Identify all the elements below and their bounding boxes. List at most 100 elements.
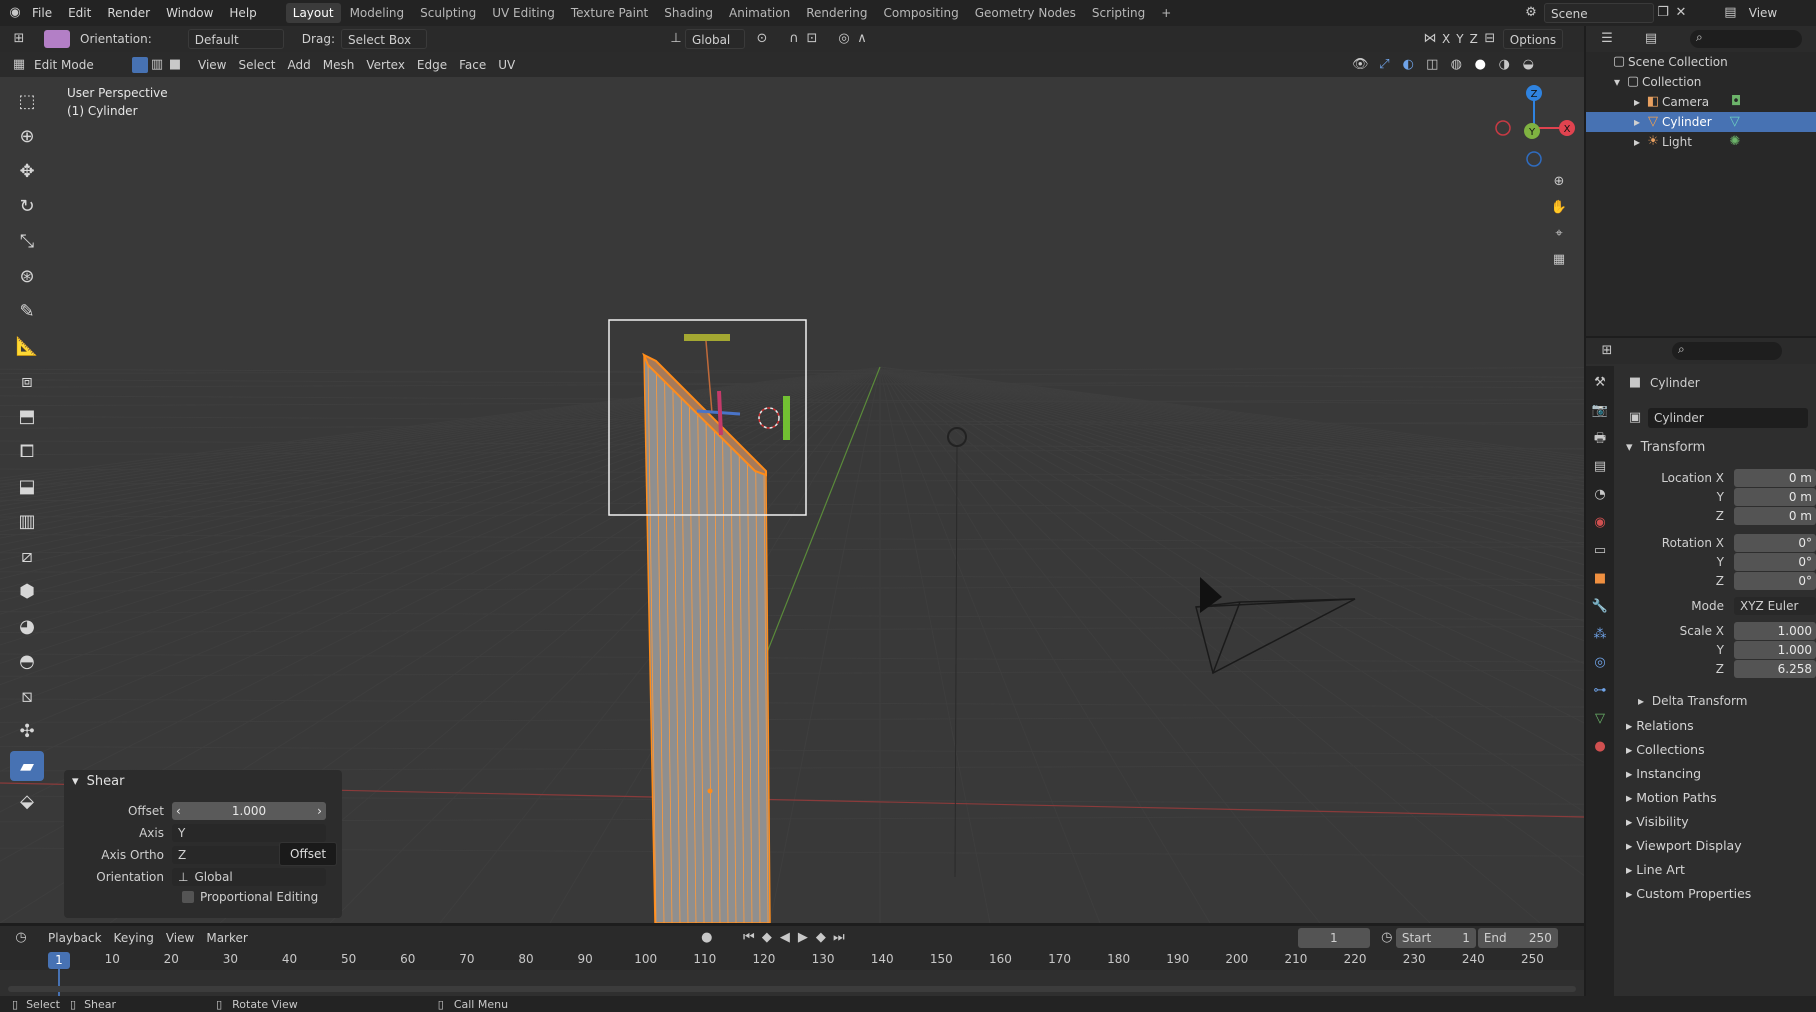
overlay-icon[interactable]: ◐	[1399, 56, 1417, 74]
menu-help[interactable]: Help	[221, 0, 264, 26]
measure-icon[interactable]: 📐	[10, 331, 44, 361]
expand-arrow-icon[interactable]: ▸	[1626, 718, 1632, 733]
loop-cut-icon[interactable]: ▥	[10, 506, 44, 536]
outliner-item-camera[interactable]: ▸ ◧ Camera ◘	[1586, 92, 1816, 112]
object-name-field[interactable]: Cylinder	[1648, 408, 1808, 428]
offset-slider[interactable]: ‹ 1.000 ›	[172, 802, 326, 820]
nav-gizmo-neg-x[interactable]	[1495, 120, 1511, 136]
tab-sculpting[interactable]: Sculpting	[413, 3, 483, 23]
tab-shading[interactable]: Shading	[657, 3, 720, 23]
rotation-x-field[interactable]: 0°	[1734, 533, 1816, 552]
blender-logo-icon[interactable]: ◉	[6, 4, 24, 22]
move-icon[interactable]: ✥	[10, 156, 44, 186]
tab-uv-editing[interactable]: UV Editing	[485, 3, 562, 23]
menu-keying[interactable]: Keying	[108, 928, 160, 948]
view-layer-tab-icon[interactable]: ▤	[1591, 458, 1609, 476]
menu-view[interactable]: View	[192, 55, 232, 75]
bevel-icon[interactable]: ⬓	[10, 471, 44, 501]
camera-view-icon[interactable]: ⌖	[1550, 225, 1568, 243]
rip-region-icon[interactable]: ⬙	[10, 786, 44, 816]
axis-dropdown[interactable]: Y	[172, 824, 326, 842]
motion-paths-panel[interactable]: ▸ Motion Paths	[1626, 786, 1751, 810]
pivot-point-icon[interactable]: ⊙	[753, 30, 771, 48]
tab-scripting[interactable]: Scripting	[1085, 3, 1152, 23]
properties-editor-icon[interactable]: ⊞	[1598, 342, 1616, 360]
scale-z-field[interactable]: 6.258	[1734, 659, 1816, 678]
view-layer-icon[interactable]: ▤	[1722, 4, 1739, 22]
rotation-y-field[interactable]: 0°	[1734, 552, 1816, 571]
xray-icon[interactable]: ◫	[1423, 56, 1441, 74]
expand-arrow-icon[interactable]: ▸	[1626, 862, 1632, 877]
collection-tab-icon[interactable]: ▭	[1591, 542, 1609, 560]
constraints-tab-icon[interactable]: ⊶	[1591, 682, 1609, 700]
auto-merge-icon[interactable]: ⊟	[1481, 30, 1499, 48]
viewport-display-panel[interactable]: ▸ Viewport Display	[1626, 834, 1751, 858]
location-z-field[interactable]: 0 m	[1734, 506, 1816, 525]
zoom-icon[interactable]: ⊕	[1550, 173, 1568, 191]
shear-handle-x[interactable]	[684, 334, 730, 341]
world-tab-icon[interactable]: ◉	[1591, 514, 1609, 532]
menu-face[interactable]: Face	[453, 55, 492, 75]
transform-panel-header[interactable]: ▾ Transform	[1626, 438, 1705, 458]
ortho-grid-icon[interactable]: ▦	[1550, 251, 1568, 269]
rotation-z-field[interactable]: 0°	[1734, 571, 1816, 590]
menu-file[interactable]: File	[24, 0, 60, 26]
proportional-edit-icon[interactable]: ◎	[835, 30, 853, 48]
mesh-data-icon[interactable]: ▽	[1726, 113, 1744, 131]
expand-arrow-icon[interactable]: ▸	[1626, 838, 1632, 853]
tab-geometry-nodes[interactable]: Geometry Nodes	[968, 3, 1083, 23]
menu-uv[interactable]: UV	[492, 55, 521, 75]
rotation-mode-dropdown[interactable]: XYZ Euler	[1734, 596, 1816, 615]
menu-edit[interactable]: Edit	[60, 0, 99, 26]
scale-icon[interactable]: ⤡	[10, 226, 44, 256]
scale-y-field[interactable]: 1.000	[1734, 640, 1816, 659]
data-tab-icon[interactable]: ▽	[1591, 710, 1609, 728]
timeline-area[interactable]: 1 10 20 30 40 50 60 70 80 90 100 110 120 130 140 150 16…	[0, 950, 1584, 996]
mirror-icon[interactable]: ⋈	[1421, 30, 1439, 48]
solid-shading-icon[interactable]: ●	[1471, 56, 1489, 74]
wireframe-shading-icon[interactable]: ◍	[1447, 56, 1465, 74]
scene-icon[interactable]: ⚙	[1522, 4, 1540, 22]
menu-marker[interactable]: Marker	[200, 928, 253, 948]
material-tab-icon[interactable]: ●	[1591, 738, 1609, 756]
menu-add[interactable]: Add	[282, 55, 317, 75]
tab-texture-paint[interactable]: Texture Paint	[564, 3, 655, 23]
cursor-icon[interactable]: ⊕	[10, 121, 44, 151]
mode-dropdown[interactable]: Edit Mode	[28, 55, 126, 75]
collapse-arrow-icon[interactable]: ▾	[1626, 440, 1633, 455]
tab-layout[interactable]: Layout	[285, 3, 341, 23]
outliner-item-light[interactable]: ▸ ☀ Light ✺	[1586, 132, 1816, 152]
proportional-falloff-icon[interactable]: ∧	[853, 30, 871, 48]
camera-data-icon[interactable]: ◘	[1727, 93, 1745, 111]
rendered-shading-icon[interactable]: ◒	[1519, 56, 1537, 74]
menu-timeline-view[interactable]: View	[160, 928, 200, 948]
decrement-arrow-icon[interactable]: ‹	[176, 804, 181, 818]
expand-arrow-icon[interactable]: ▸	[1634, 135, 1640, 149]
camera-object[interactable]	[1195, 598, 1356, 675]
menu-mesh[interactable]: Mesh	[317, 55, 361, 75]
delete-scene-icon[interactable]: ✕	[1672, 4, 1690, 22]
outliner-search[interactable]: ⌕	[1690, 30, 1802, 48]
shear-tool-icon[interactable]: ▰	[10, 751, 44, 781]
location-y-field[interactable]: 0 m	[1734, 487, 1816, 506]
expand-arrow-icon[interactable]: ▸	[1626, 814, 1632, 829]
menu-window[interactable]: Window	[158, 0, 221, 26]
inset-icon[interactable]: ⧠	[10, 436, 44, 466]
tab-compositing[interactable]: Compositing	[876, 3, 965, 23]
tab-modeling[interactable]: Modeling	[343, 3, 412, 23]
transform-orientation-dropdown[interactable]: Global	[684, 29, 745, 49]
outliner-item-cylinder[interactable]: ▸ ▽ Cylinder ▽	[1586, 112, 1816, 132]
collection-row[interactable]: ▾ ▢ Collection	[1586, 72, 1816, 92]
annotate-icon[interactable]: ✎	[10, 296, 44, 326]
active-tool-shear-icon[interactable]	[44, 30, 70, 48]
poly-build-icon[interactable]: ⬢	[10, 576, 44, 606]
menu-select[interactable]: Select	[232, 55, 281, 75]
add-workspace-icon[interactable]: +	[1154, 3, 1178, 23]
material-shading-icon[interactable]: ◑	[1495, 56, 1513, 74]
tool-tab-icon[interactable]: ⚒	[1591, 374, 1609, 392]
light-data-icon[interactable]: ✺	[1726, 133, 1744, 151]
expand-arrow-icon[interactable]: ▸	[1626, 766, 1632, 781]
expand-arrow-icon[interactable]: ▸	[1634, 115, 1640, 129]
play-icon[interactable]: ▶	[794, 929, 812, 947]
render-tab-icon[interactable]: 📷	[1591, 402, 1609, 420]
